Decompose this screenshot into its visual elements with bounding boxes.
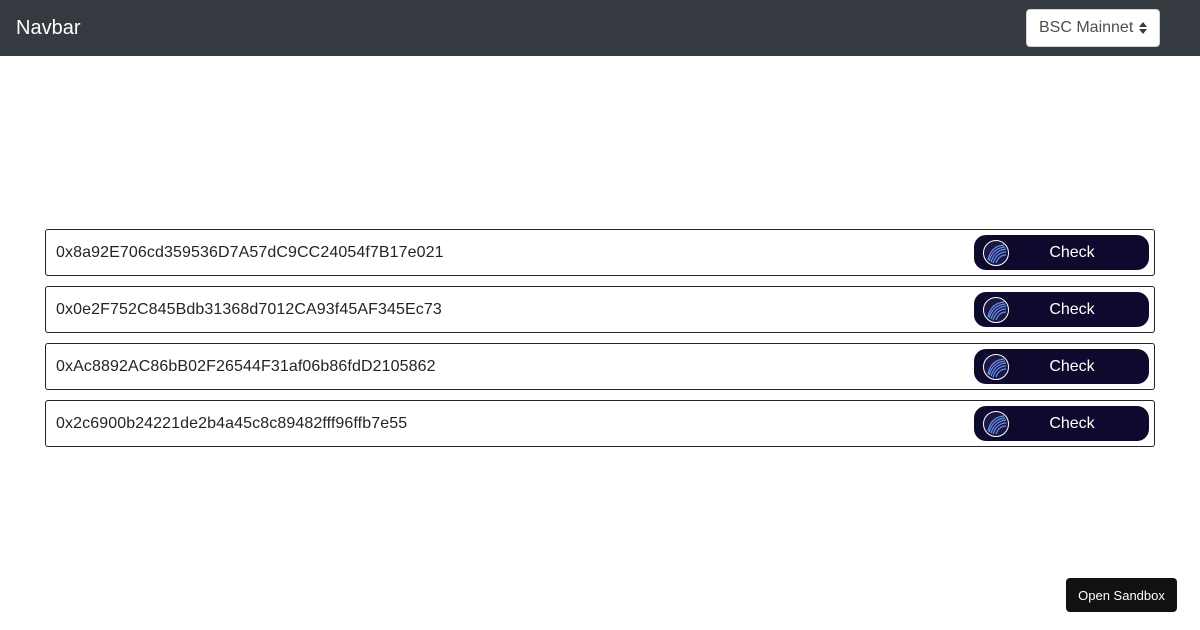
up-down-arrows-icon [1139,22,1147,34]
address-row: 0x0e2F752C845Bdb31368d7012CA93f45AF345Ec… [45,286,1155,333]
navbar: Navbar BSC Mainnet [0,0,1200,56]
check-button[interactable]: Check [974,235,1149,270]
check-button[interactable]: Check [974,349,1149,384]
check-button-label: Check [1049,357,1095,375]
network-select-value: BSC Mainnet [1039,19,1134,36]
swirl-logo-icon [983,410,1009,437]
check-button-label: Check [1049,414,1095,432]
check-button-label: Check [1049,300,1095,318]
address-text: 0x8a92E706cd359536D7A57dC9CC24054f7B17e0… [56,243,444,261]
address-row: 0x2c6900b24221de2b4a45c8c89482fff96ffb7e… [45,400,1155,447]
address-row: 0x8a92E706cd359536D7A57dC9CC24054f7B17e0… [45,229,1155,276]
check-button[interactable]: Check [974,406,1149,441]
check-button[interactable]: Check [974,292,1149,327]
network-select[interactable]: BSC Mainnet [1026,9,1160,47]
swirl-logo-icon [983,353,1009,380]
address-list: 0x8a92E706cd359536D7A57dC9CC24054f7B17e0… [45,229,1155,457]
open-sandbox-button[interactable]: Open Sandbox [1066,578,1177,612]
address-row: 0xAc8892AC86bB02F26544F31af06b86fdD21058… [45,343,1155,390]
navbar-brand[interactable]: Navbar [16,18,80,38]
swirl-logo-icon [983,296,1009,323]
swirl-logo-icon [983,239,1009,266]
address-text: 0x2c6900b24221de2b4a45c8c89482fff96ffb7e… [56,414,408,432]
address-text: 0xAc8892AC86bB02F26544F31af06b86fdD21058… [56,357,436,375]
check-button-label: Check [1049,243,1095,261]
address-text: 0x0e2F752C845Bdb31368d7012CA93f45AF345Ec… [56,300,442,318]
